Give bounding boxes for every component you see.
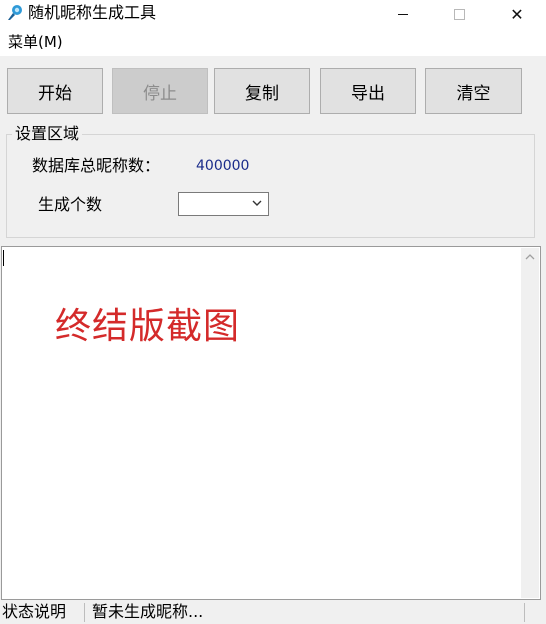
app-brush-icon (8, 5, 22, 20)
stop-button[interactable]: 停止 (112, 68, 208, 114)
status-text: 暂未生成昵称... (92, 602, 204, 621)
status-label: 状态说明 (2, 602, 67, 621)
clear-button[interactable]: 清空 (425, 68, 522, 114)
minimize-icon (398, 13, 408, 15)
maximize-button[interactable] (436, 0, 482, 28)
status-divider-end (524, 603, 525, 622)
close-button[interactable]: ✕ (494, 0, 540, 28)
menu-bar: 菜单(M) (0, 28, 546, 56)
export-button[interactable]: 导出 (320, 68, 416, 114)
chevron-down-icon (252, 200, 262, 206)
start-button[interactable]: 开始 (7, 68, 103, 114)
vertical-scrollbar[interactable] (521, 248, 539, 598)
total-nicknames-label: 数据库总昵称数： (32, 156, 161, 175)
watermark-text: 终结版截图 (55, 306, 241, 347)
output-textarea[interactable] (1, 246, 541, 600)
settings-group-title: 设置区域 (12, 124, 83, 144)
close-icon: ✕ (510, 4, 524, 24)
generate-count-label: 生成个数 (38, 195, 103, 214)
scroll-up-icon[interactable] (525, 253, 535, 261)
generate-count-select[interactable] (178, 192, 269, 216)
status-divider (84, 603, 85, 622)
minimize-button[interactable] (380, 0, 426, 28)
status-bar: 状态说明 暂未生成昵称... (0, 600, 546, 624)
app-window: 随机昵称生成工具 ✕ 菜单(M) 开始 停止 复制 导出 清空 设置区域 数据库… (0, 0, 546, 624)
title-bar[interactable]: 随机昵称生成工具 ✕ (0, 0, 546, 28)
text-caret (3, 250, 4, 266)
settings-group (6, 134, 535, 238)
window-title: 随机昵称生成工具 (28, 3, 157, 22)
maximize-icon (453, 8, 465, 20)
menu-item-main[interactable]: 菜单(M) (8, 33, 63, 51)
total-nicknames-value: 400000 (196, 158, 250, 174)
copy-button[interactable]: 复制 (214, 68, 310, 114)
